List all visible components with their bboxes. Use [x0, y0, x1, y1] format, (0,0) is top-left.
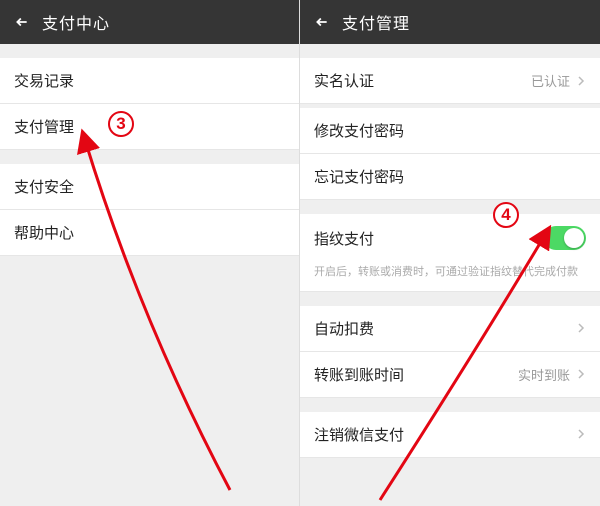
- page-title: 支付管理: [342, 10, 410, 34]
- item-help-center[interactable]: 帮助中心: [0, 210, 299, 256]
- cell-label: 自动扣费: [314, 318, 374, 339]
- item-payment-management[interactable]: 支付管理: [0, 104, 299, 150]
- chevron-right-icon: [576, 76, 586, 86]
- annotation-step-3: 3: [108, 111, 134, 137]
- header-bar: 支付管理: [300, 0, 600, 44]
- cell-label: 支付安全: [14, 176, 74, 197]
- cell-label: 支付管理: [14, 116, 74, 137]
- item-auto-deduct[interactable]: 自动扣费: [300, 306, 600, 352]
- page-title: 支付中心: [42, 10, 110, 34]
- chevron-right-icon: [576, 429, 586, 439]
- item-deregister[interactable]: 注销微信支付: [300, 412, 600, 458]
- fingerprint-desc: 开启后，转账或消费时，可通过验证指纹替代完成付款: [300, 262, 600, 292]
- item-fingerprint-pay[interactable]: 指纹支付: [300, 214, 600, 262]
- item-real-name-auth[interactable]: 实名认证 已认证: [300, 58, 600, 104]
- cell-label: 转账到账时间: [314, 364, 404, 385]
- item-payment-security[interactable]: 支付安全: [0, 164, 299, 210]
- item-transactions[interactable]: 交易记录: [0, 58, 299, 104]
- item-change-password[interactable]: 修改支付密码: [300, 108, 600, 154]
- cell-label: 注销微信支付: [314, 424, 404, 445]
- chevron-right-icon: [576, 323, 586, 333]
- payment-management-screen: 支付管理 实名认证 已认证 修改支付密码 忘记支付密码 指纹支付: [300, 0, 600, 506]
- back-icon[interactable]: [8, 0, 36, 44]
- item-transfer-timing[interactable]: 转账到账时间 实时到账: [300, 352, 600, 398]
- chevron-right-icon: [576, 369, 586, 379]
- status-text: 实时到账: [518, 365, 570, 384]
- payment-center-screen: 支付中心 交易记录 支付管理 支付安全 帮助中心: [0, 0, 300, 506]
- cell-label: 交易记录: [14, 70, 74, 91]
- cell-label: 指纹支付: [314, 228, 374, 249]
- list: 交易记录 支付管理 支付安全 帮助中心: [0, 44, 299, 506]
- fingerprint-toggle[interactable]: [544, 226, 586, 250]
- back-icon[interactable]: [308, 0, 336, 44]
- status-text: 已认证: [531, 71, 570, 90]
- cell-label: 忘记支付密码: [314, 166, 404, 187]
- cell-label: 实名认证: [314, 70, 374, 91]
- cell-label: 帮助中心: [14, 222, 74, 243]
- header-bar: 支付中心: [0, 0, 299, 44]
- annotation-step-4: 4: [493, 202, 519, 228]
- list: 实名认证 已认证 修改支付密码 忘记支付密码 指纹支付 开启后，转账或消费时，可…: [300, 44, 600, 506]
- item-forgot-password[interactable]: 忘记支付密码: [300, 154, 600, 200]
- cell-label: 修改支付密码: [314, 120, 404, 141]
